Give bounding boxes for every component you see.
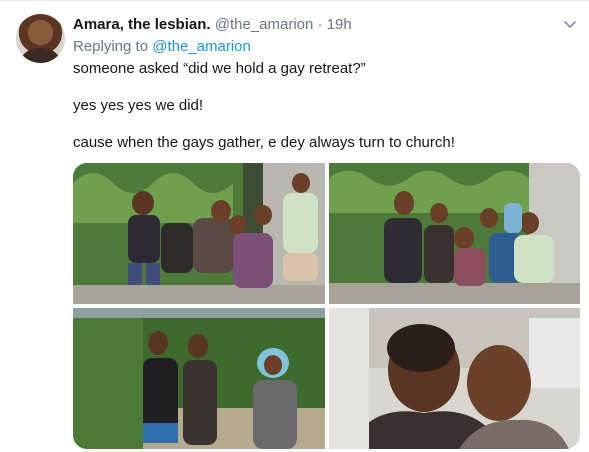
display-name[interactable]: Amara, the lesbian. [73, 16, 211, 33]
tweet-text-line-3: cause when the gays gather, e dey always… [73, 134, 455, 151]
tweet[interactable]: Amara, the lesbian. @the_amarion · 19h R… [0, 0, 589, 452]
avatar[interactable] [16, 14, 65, 63]
timestamp[interactable]: 19h [327, 16, 352, 33]
reply-context: Replying to @the_amarion [73, 37, 251, 57]
tweet-header: Amara, the lesbian. @the_amarion · 19h [73, 15, 569, 35]
handle[interactable]: @the_amarion [215, 16, 314, 33]
tweet-text-line-2: yes yes yes we did! [73, 97, 204, 114]
tweet-text-line-1: someone asked “did we hold a gay retreat… [73, 60, 366, 77]
photo-4[interactable] [329, 308, 580, 449]
media-grid [73, 163, 580, 449]
reply-to-link[interactable]: @the_amarion [152, 38, 251, 55]
reply-prefix: Replying to [73, 38, 149, 55]
photo-3[interactable] [73, 308, 325, 449]
avatar-shoulders [22, 48, 59, 63]
separator: · [317, 16, 323, 33]
photo-1[interactable] [73, 163, 325, 304]
chevron-down-icon[interactable] [561, 15, 579, 33]
photo-2[interactable] [329, 163, 580, 304]
